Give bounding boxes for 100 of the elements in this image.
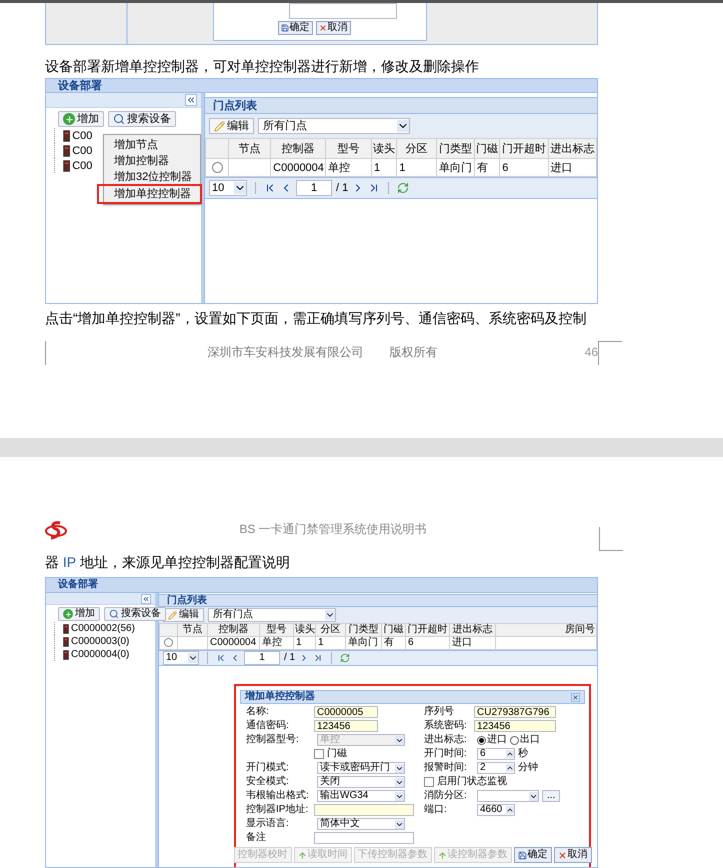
panel-title: 设备部署 (58, 579, 98, 591)
plus-icon (63, 609, 73, 619)
unit-label: 秒 (518, 748, 528, 760)
body-paragraph: 设备部署新增单控控制器，可对单控控制器进行新增，修改及删除操作 (45, 57, 480, 75)
select-field[interactable]: 读卡或密码开门 (317, 762, 405, 774)
edit-button[interactable]: 编辑 (209, 118, 254, 134)
table-cell: 单向门 (348, 637, 378, 648)
arrow-up-icon (438, 850, 446, 860)
dialog-button[interactable]: 取消 (316, 21, 350, 35)
filter-select[interactable]: 所有门点 (258, 118, 410, 134)
menu-item[interactable]: 增加控制器 (104, 153, 200, 169)
arrow-up-icon (298, 850, 306, 860)
table-cell: 6 (502, 162, 508, 174)
browse-button[interactable]: ... (542, 790, 560, 802)
dropdown-icon (395, 820, 404, 828)
plus-icon (63, 113, 75, 125)
edit-button[interactable]: 编辑 (163, 608, 204, 622)
page-number: 46 (584, 344, 598, 361)
text-field[interactable] (314, 804, 414, 816)
first-page-icon[interactable] (264, 182, 276, 194)
text-field[interactable]: 123456 (314, 720, 378, 732)
tree-item[interactable]: C0000003(0) (54, 635, 155, 648)
dialog-button[interactable]: 确定 (278, 21, 312, 35)
device-icon (63, 636, 69, 646)
field-label: 通信密码: (246, 720, 290, 732)
dialog-title: 增加单控控制器 (245, 691, 315, 703)
field-label: 控制器型号: (246, 734, 300, 746)
menu-item[interactable]: 增加节点 (104, 137, 200, 153)
dialog-button[interactable]: 取消 (554, 847, 592, 863)
checkbox-label: 启用门状态监视 (437, 776, 507, 788)
tree-item[interactable]: C0000004(0) (54, 648, 155, 661)
field-label: 报警时间: (424, 762, 468, 774)
logo-icon (45, 521, 67, 541)
corner-mark (599, 527, 623, 551)
tree-item[interactable]: C0000002(56) (54, 622, 155, 635)
select-field[interactable]: 简体中文 (317, 818, 405, 830)
collapse-icon[interactable] (141, 594, 151, 604)
spinner-icon (506, 806, 514, 814)
table-cell: 单控 (328, 162, 350, 174)
refresh-icon[interactable] (340, 653, 350, 663)
page-total: / 1 (284, 652, 296, 664)
text-field[interactable]: C0000005 (314, 706, 378, 718)
toolbar-button[interactable]: 搜索设备 (108, 111, 176, 127)
checkbox[interactable] (314, 749, 324, 759)
field-label: 备注 (246, 832, 267, 844)
checkbox[interactable] (424, 777, 434, 787)
field-label: 控制器IP地址: (246, 804, 310, 816)
select-field[interactable]: 输出WG34 (317, 790, 405, 802)
refresh-icon[interactable] (397, 182, 410, 194)
table-cell: C0000004 (273, 162, 324, 174)
dropdown-icon (395, 764, 404, 772)
close-icon[interactable] (571, 692, 580, 702)
page-size-select[interactable]: 10 (163, 651, 199, 665)
toolbar-button[interactable]: 增加 (58, 111, 104, 127)
dialog-button[interactable]: 确定 (514, 847, 552, 863)
save-icon (280, 24, 288, 32)
grid-title: 门点列表 (213, 98, 257, 112)
text-field[interactable] (314, 832, 414, 844)
field-label: 进出标志: (424, 734, 468, 746)
radio-option[interactable]: 出口 (510, 734, 540, 746)
radio-option[interactable]: 进口 (477, 734, 507, 746)
first-page-icon[interactable] (216, 653, 226, 663)
body-paragraph: 器 IP 地址，来源见单控控制器配置说明 (45, 553, 291, 571)
table-cell: 1 (374, 162, 380, 174)
filter-select[interactable]: 所有门点 (208, 608, 336, 622)
page-field[interactable]: 1 (296, 180, 332, 196)
last-page-icon[interactable] (313, 653, 324, 663)
select-field[interactable]: 关闭 (317, 776, 405, 788)
menu-item[interactable]: 增加32位控制器 (104, 169, 200, 185)
menu-item[interactable]: 增加单控控制器 (99, 186, 200, 202)
field-label: 消防分区: (424, 790, 468, 802)
table-cell: C0000004 (210, 637, 256, 648)
unit-label: 分钟 (518, 762, 538, 774)
number-field[interactable]: 2 (477, 762, 515, 774)
select-field[interactable] (477, 790, 539, 802)
text-field[interactable]: CU279387G796 (474, 706, 556, 718)
footer-company: 深圳市车安科技发展有限公司 (207, 344, 364, 361)
row-radio[interactable] (212, 162, 223, 174)
text-field[interactable]: 123456 (474, 720, 556, 732)
table-cell: 进口 (452, 637, 472, 648)
toolbar-button[interactable]: 增加 (58, 607, 100, 621)
dropdown-icon (325, 610, 335, 620)
pencil-icon (214, 120, 225, 132)
grid-title: 门点列表 (167, 594, 207, 606)
toolbar-button[interactable]: 搜索设备 (104, 607, 166, 621)
collapse-icon[interactable] (185, 94, 197, 106)
field-label: 开门模式: (246, 762, 290, 774)
column-header: 房间号 (496, 624, 596, 636)
footer-copyright: 版权所有 (389, 344, 438, 361)
page-size-select[interactable]: 10 (209, 180, 247, 196)
device-icon (63, 144, 70, 156)
number-field[interactable]: 4660 (477, 804, 515, 816)
number-field[interactable]: 6 (477, 748, 515, 760)
page-field[interactable]: 1 (244, 651, 280, 665)
field-label: 系统密码: (424, 720, 468, 732)
table-cell: 进口 (550, 162, 573, 174)
table-cell: 有 (477, 162, 488, 174)
field-label: 开门时间: (424, 748, 468, 760)
row-radio[interactable] (164, 638, 173, 647)
table-cell: 6 (408, 637, 414, 648)
